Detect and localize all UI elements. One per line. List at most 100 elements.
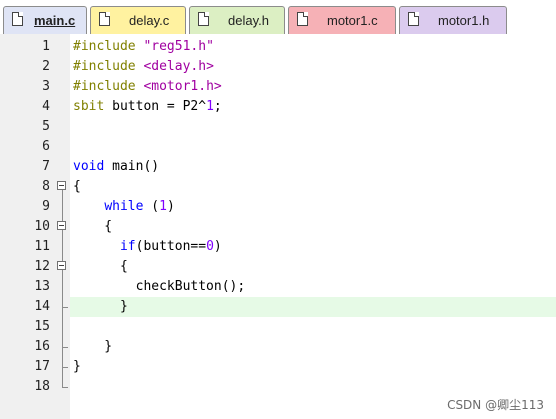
file-icon	[297, 12, 308, 26]
line-number: 18	[34, 379, 50, 394]
line-number: 9	[42, 199, 50, 214]
fold-guide	[56, 297, 70, 317]
fold-toggle-icon[interactable]	[56, 217, 70, 237]
tab-label: motor1.h	[438, 13, 490, 28]
code-line[interactable]: 13 checkButton();	[0, 277, 556, 297]
line-number: 11	[34, 239, 50, 254]
tab-label: delay.h	[228, 13, 269, 28]
code-line[interactable]: 17}	[0, 357, 556, 377]
fold-guide	[56, 237, 70, 257]
fold-toggle-icon[interactable]	[56, 177, 70, 197]
code-token: )	[166, 199, 175, 214]
fold-guide	[56, 117, 70, 137]
code-line[interactable]: 5	[0, 117, 556, 137]
code-token: "reg51.h"	[143, 39, 214, 54]
code-token: )	[213, 239, 222, 254]
fold-guide	[56, 357, 70, 377]
code-line[interactable]: 2 #include <delay.h>	[0, 57, 556, 77]
code-text: if(button==0)	[73, 237, 222, 257]
code-line[interactable]: 16 }	[0, 337, 556, 357]
code-token: (button==	[135, 239, 207, 254]
code-text: {	[73, 217, 112, 237]
code-line[interactable]: 15	[0, 317, 556, 337]
code-token: main()	[104, 159, 160, 174]
code-token: {	[73, 259, 128, 274]
code-text: #include "reg51.h"	[73, 37, 214, 57]
code-token: #include	[73, 39, 144, 54]
fold-guide	[56, 57, 70, 77]
tab-label: main.c	[34, 13, 76, 28]
code-token: }	[73, 359, 81, 374]
code-token: }	[73, 299, 128, 314]
fold-toggle-icon[interactable]	[56, 257, 70, 277]
code-text: }	[73, 297, 128, 317]
code-token: {	[73, 219, 113, 234]
code-token: checkButton();	[73, 279, 246, 294]
line-number: 4	[42, 99, 50, 114]
code-line[interactable]: 11 if(button==0)	[0, 237, 556, 257]
fold-guide	[56, 377, 70, 397]
code-token: 0	[206, 239, 214, 254]
code-token: button = P2^	[104, 99, 207, 114]
code-token: sbit	[73, 99, 105, 114]
line-number: 14	[34, 299, 50, 314]
code-token: <delay.h>	[143, 59, 214, 74]
code-line[interactable]: 10 {	[0, 217, 556, 237]
current-line-highlight	[70, 297, 556, 317]
line-number: 17	[34, 359, 50, 374]
code-line[interactable]: 6	[0, 137, 556, 157]
code-line[interactable]: 18	[0, 377, 556, 397]
fold-guide	[56, 97, 70, 117]
tab-motor1-c[interactable]: motor1.c	[288, 6, 396, 34]
fold-guide	[56, 137, 70, 157]
code-token: {	[73, 179, 81, 194]
line-number: 5	[42, 119, 50, 134]
code-token: #include	[73, 79, 144, 94]
code-token: 1	[206, 99, 214, 114]
code-text: }	[73, 337, 112, 357]
code-line[interactable]: 9 while (1)	[0, 197, 556, 217]
file-icon	[99, 12, 110, 26]
code-token: 1	[159, 199, 167, 214]
tab-motor1-h[interactable]: motor1.h	[399, 6, 507, 34]
file-tab-bar: main.c delay.c delay.h motor1.c motor1.h	[0, 0, 556, 35]
code-token: void	[73, 159, 105, 174]
code-token: if	[119, 239, 136, 254]
fold-guide	[56, 277, 70, 297]
line-number: 10	[34, 219, 50, 234]
code-text: {	[73, 177, 81, 197]
line-number: 6	[42, 139, 50, 154]
tab-label: delay.c	[129, 13, 170, 28]
code-line[interactable]: 3 #include <motor1.h>	[0, 77, 556, 97]
tab-delay-h[interactable]: delay.h	[189, 6, 285, 34]
code-text: }	[73, 357, 81, 377]
file-icon	[198, 12, 209, 26]
code-text: {	[73, 257, 128, 277]
code-line[interactable]: 1 #include "reg51.h"	[0, 37, 556, 57]
code-text: while (1)	[73, 197, 175, 217]
line-number: 12	[34, 259, 50, 274]
line-number: 15	[34, 319, 50, 334]
fold-guide	[56, 317, 70, 337]
code-token: }	[73, 339, 113, 354]
fold-guide	[56, 337, 70, 357]
line-number: 13	[34, 279, 50, 294]
code-line[interactable]: 7 void main()	[0, 157, 556, 177]
code-line[interactable]: 14 }	[0, 297, 556, 317]
code-text: #include <motor1.h>	[73, 77, 222, 97]
code-line[interactable]: 8{	[0, 177, 556, 197]
tab-label: motor1.c	[327, 13, 378, 28]
line-number: 1	[42, 39, 50, 54]
code-token: while	[104, 199, 144, 214]
code-line[interactable]: 4 sbit button = P2^1;	[0, 97, 556, 117]
tab-delay-c[interactable]: delay.c	[90, 6, 186, 34]
file-icon	[408, 12, 419, 26]
code-line[interactable]: 12 {	[0, 257, 556, 277]
code-token: ;	[213, 99, 222, 114]
fold-guide	[56, 77, 70, 97]
code-text: checkButton();	[73, 277, 246, 297]
tab-main-c[interactable]: main.c	[3, 6, 87, 34]
line-number: 8	[42, 179, 50, 194]
